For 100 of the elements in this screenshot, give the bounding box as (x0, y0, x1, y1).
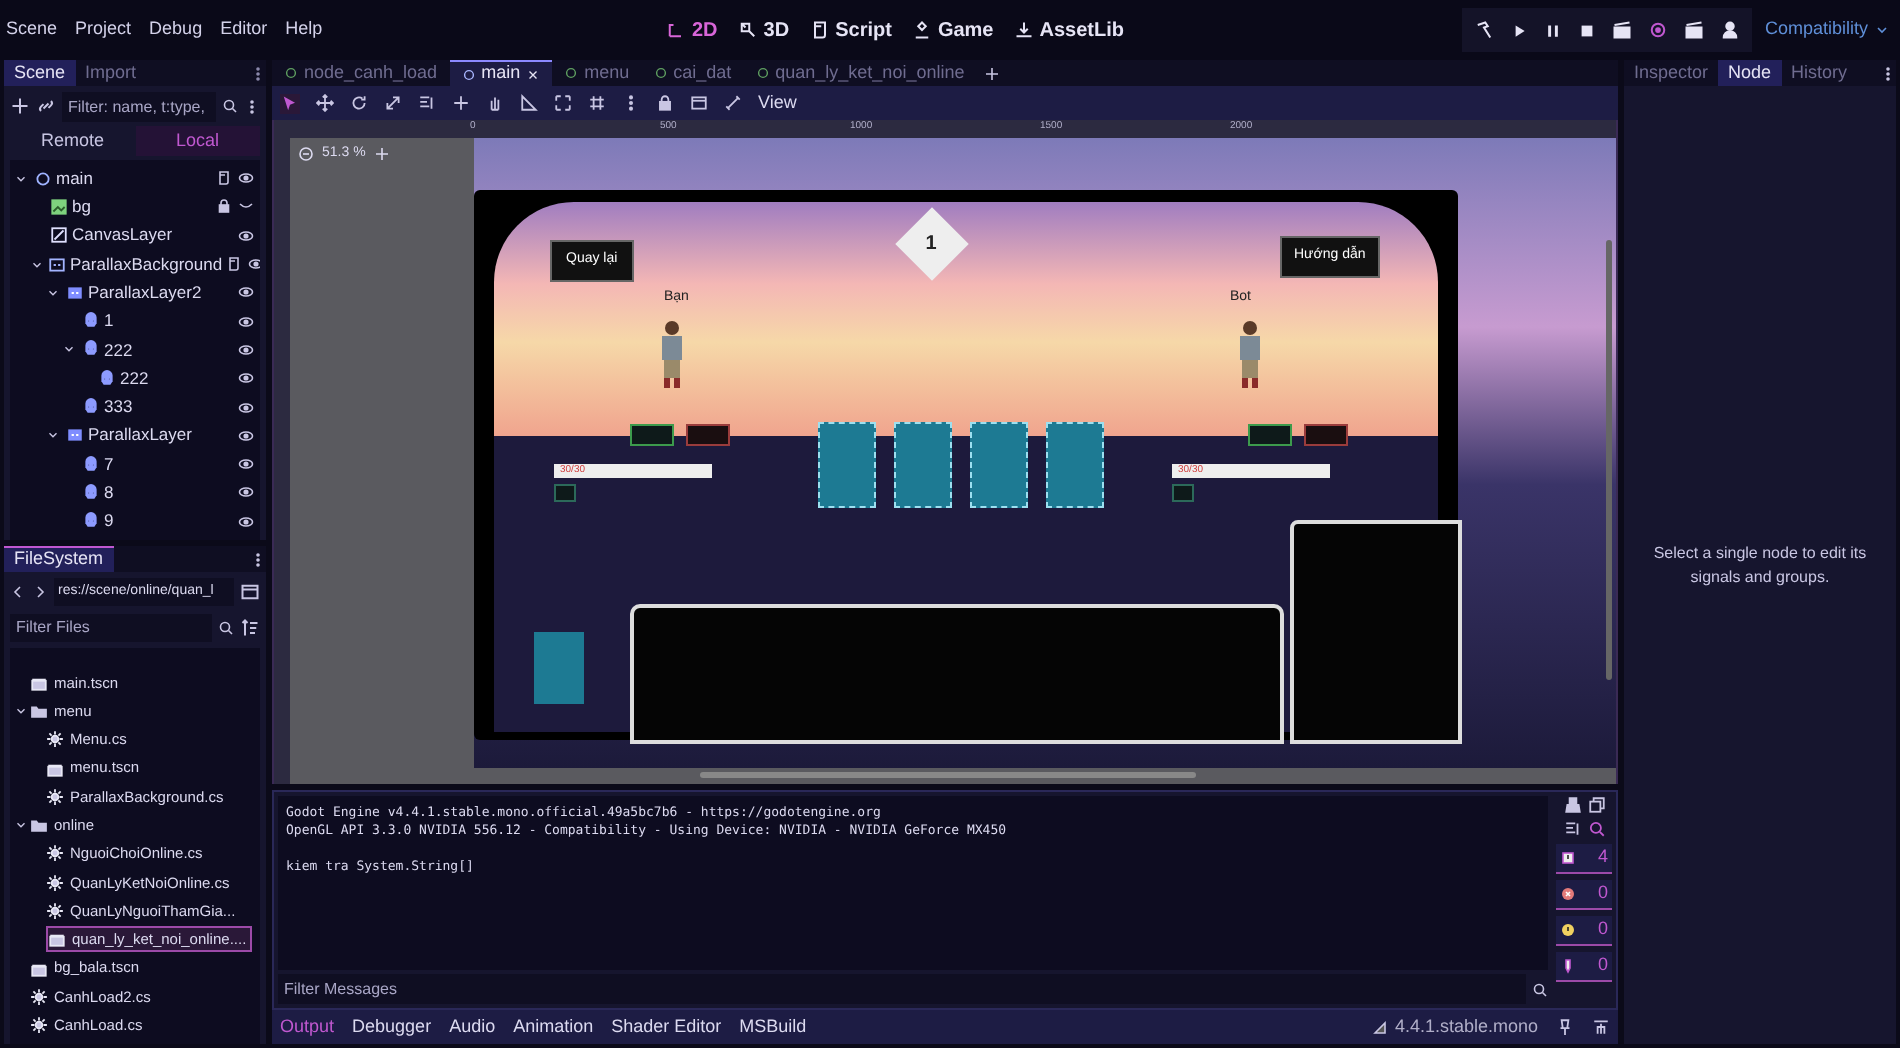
top-bar-item[interactable]: Scene (6, 16, 58, 44)
snap-icon[interactable] (554, 94, 572, 112)
document-tab[interactable]: quan_ly_ket_noi_online (743, 60, 977, 86)
pivot-icon[interactable] (452, 94, 470, 112)
clear-icon[interactable] (1563, 796, 1581, 814)
scrollbar[interactable] (1606, 240, 1612, 680)
sort-icon[interactable] (240, 617, 260, 637)
play-icon[interactable] (1510, 21, 1529, 39)
more-icon[interactable] (244, 97, 260, 115)
filter-toggle[interactable]: 0 (1556, 880, 1612, 910)
workspace-tab[interactable]: 3D (737, 15, 790, 45)
eye-icon[interactable] (238, 399, 254, 416)
eye-icon[interactable] (238, 227, 254, 244)
rotate-icon[interactable] (350, 94, 368, 112)
mode-tab[interactable]: Remote (10, 126, 135, 156)
search-icon[interactable] (222, 98, 238, 114)
renderer-dropdown[interactable]: Compatibility (1764, 16, 1890, 44)
tree-row[interactable]: 222 (10, 335, 260, 365)
copy-icon[interactable] (1587, 796, 1605, 814)
stop-icon[interactable] (1578, 21, 1597, 39)
back-icon[interactable] (10, 583, 26, 599)
ruler-icon[interactable] (520, 94, 538, 112)
top-bar-item[interactable]: Help (285, 16, 323, 44)
pause-icon[interactable] (1544, 21, 1563, 39)
lock-icon[interactable] (656, 94, 674, 112)
mode-tab[interactable]: Local (135, 126, 260, 156)
forward-icon[interactable] (32, 583, 48, 599)
top-bar-item[interactable]: Project (75, 16, 132, 44)
search-icon[interactable] (218, 619, 234, 635)
pan-hand-icon[interactable] (486, 94, 504, 112)
person-icon[interactable] (1720, 20, 1741, 40)
filter-field[interactable]: Filter Files (10, 613, 212, 641)
tree-row[interactable]: 8 (10, 478, 260, 508)
tree-row[interactable]: 7 (10, 449, 260, 479)
filter-field[interactable]: Filter Messages (278, 974, 1526, 1004)
workspace-tab[interactable]: AssetLib (1013, 15, 1124, 45)
add-tab-icon[interactable] (984, 65, 1001, 81)
tree-row[interactable]: 222 (10, 364, 260, 393)
dock-tab[interactable]: Inspector (1624, 60, 1719, 86)
eye-icon[interactable] (238, 313, 254, 330)
scale-icon[interactable] (384, 94, 402, 112)
tree-row[interactable]: bg (10, 192, 260, 222)
dock-tab[interactable]: FileSystem (4, 546, 114, 572)
eye-icon[interactable] (238, 341, 254, 358)
document-tab[interactable]: node_canh_load (272, 60, 450, 86)
filter-field[interactable]: Filter: name, t:type, (62, 91, 216, 121)
tree-row[interactable]: ParallaxBackground (10, 249, 260, 279)
group-icon[interactable] (690, 94, 708, 112)
bone-icon[interactable] (724, 94, 742, 112)
bottom-tab[interactable]: Output (280, 1013, 335, 1041)
tree-row[interactable]: 1 (10, 306, 260, 336)
search-icon[interactable] (1532, 981, 1548, 997)
pin-icon[interactable] (1556, 1018, 1574, 1036)
document-tab[interactable]: cai_dat (641, 60, 744, 86)
eye-icon[interactable] (238, 484, 254, 501)
wrap-icon[interactable] (1563, 820, 1581, 838)
scrollbar[interactable] (700, 772, 1196, 778)
eye-icon[interactable] (238, 170, 254, 187)
dock-tab[interactable]: Node (1718, 60, 1782, 86)
dock-tab[interactable]: Import (75, 60, 147, 86)
tree-row[interactable]: ParallaxLayer (10, 421, 260, 450)
lock-icon[interactable] (216, 198, 232, 215)
filter-toggle[interactable]: 0 (1556, 916, 1612, 946)
dock-tab[interactable]: Scene (4, 60, 76, 86)
tree-row[interactable]: 9 (10, 507, 260, 536)
eye-icon[interactable] (238, 370, 254, 387)
tree-row[interactable]: ParallaxLayer2 (10, 278, 260, 307)
eye-icon[interactable] (238, 456, 254, 473)
workspace-tab[interactable]: 2D (666, 15, 718, 45)
document-tab[interactable]: main (449, 60, 553, 86)
clapperboard-icon[interactable] (1684, 20, 1705, 40)
document-tab[interactable]: menu (552, 60, 642, 86)
filter-toggle[interactable]: 4 (1556, 844, 1612, 874)
search-icon[interactable] (1587, 820, 1605, 838)
tree-row[interactable]: 333 (10, 392, 260, 422)
layout-icon[interactable] (240, 581, 260, 601)
zoom-out-icon[interactable] (298, 146, 314, 163)
bottom-tab[interactable]: MSBuild (739, 1013, 807, 1041)
tree-row[interactable]: main (10, 164, 260, 193)
bottom-tab[interactable]: Debugger (352, 1013, 432, 1041)
workspace-tab[interactable]: Script (809, 15, 892, 45)
more-icon[interactable] (250, 65, 266, 81)
add-icon[interactable] (10, 96, 30, 116)
bottom-tab[interactable]: Animation (513, 1013, 594, 1041)
zoom-in-icon[interactable] (373, 146, 390, 163)
more-icon[interactable] (250, 551, 266, 567)
script-icon[interactable] (226, 256, 243, 273)
dock-tab[interactable]: History (1781, 60, 1858, 86)
list-icon[interactable] (418, 94, 436, 112)
workspace-tab[interactable]: Game (911, 15, 994, 45)
bottom-tab[interactable]: Shader Editor (611, 1013, 722, 1041)
bottom-tab[interactable]: Audio (449, 1013, 496, 1041)
link-icon[interactable] (36, 96, 56, 116)
eye-icon[interactable] (238, 284, 254, 301)
select-arrow-icon[interactable] (280, 93, 300, 113)
top-bar-item[interactable]: Debug (149, 16, 203, 44)
play-scene-icon[interactable] (1612, 20, 1633, 40)
view-menu[interactable]: View (758, 89, 797, 117)
script-icon[interactable] (216, 170, 232, 187)
move-icon[interactable] (316, 94, 334, 112)
